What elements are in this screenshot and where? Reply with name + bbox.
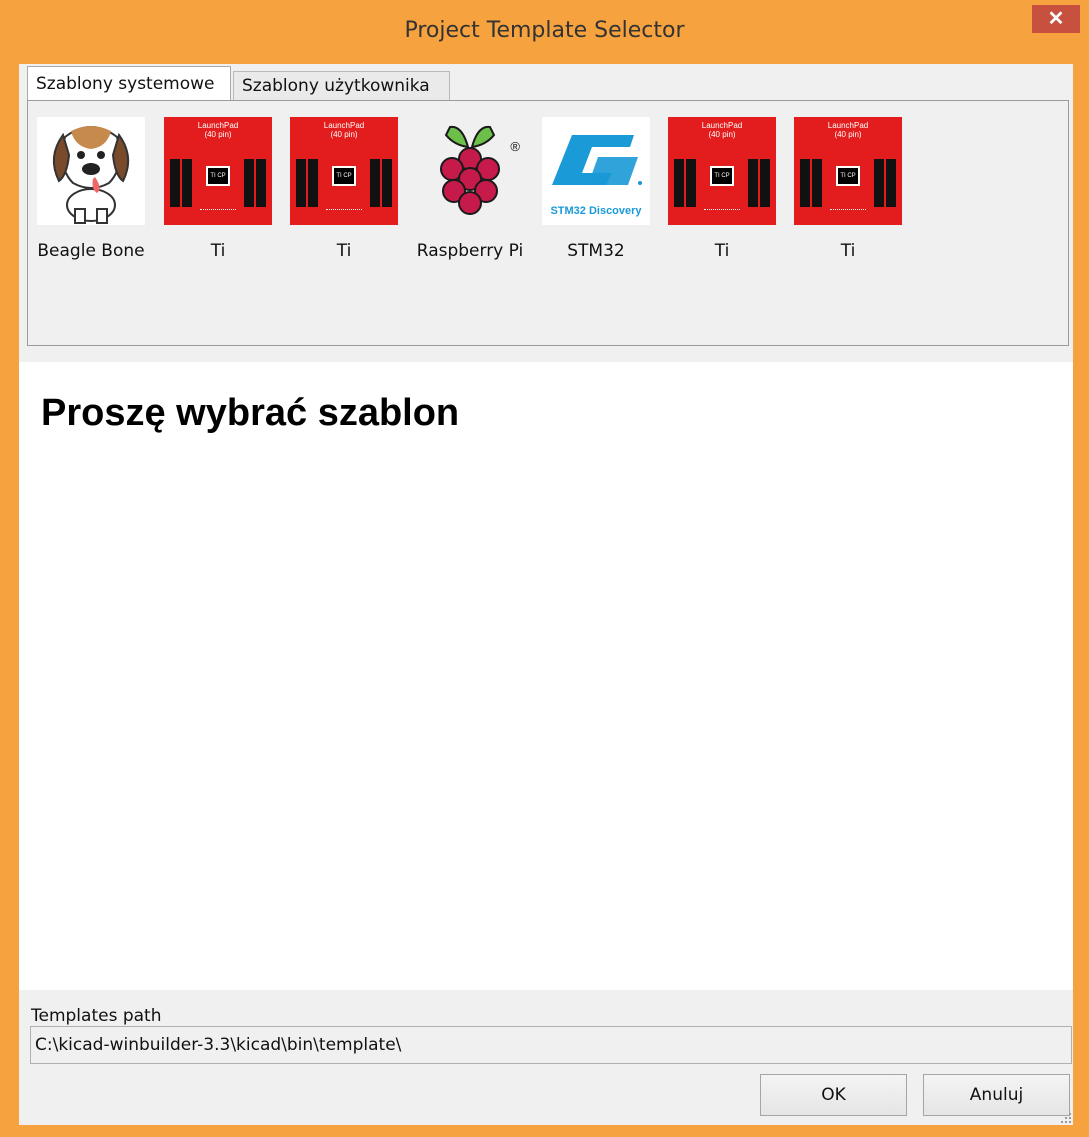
templates-path-label: Templates path: [31, 1006, 162, 1026]
template-ti-3[interactable]: LaunchPad (40 pin) TI CP Ti: [668, 117, 784, 261]
template-ti-1[interactable]: LaunchPad (40 pin) TI CP Ti: [164, 117, 280, 261]
chip-label: TI CP: [710, 166, 734, 186]
dialog-client: Szablony systemowe Szablony użytkownika: [19, 64, 1073, 1125]
ti-launchpad-icon: LaunchPad (40 pin) TI CP: [794, 117, 902, 225]
template-stm32[interactable]: STM32 Discovery STM32: [542, 117, 658, 261]
chip-label: TI CP: [332, 166, 356, 186]
resize-grip-icon[interactable]: [1059, 1111, 1073, 1125]
raspberry-pi-icon: ®: [416, 117, 524, 225]
templates-panel: Beagle Bone LaunchPad (40 pin) TI CP Ti …: [27, 100, 1069, 346]
close-icon: ✕: [1047, 8, 1065, 30]
template-label: Beagle Bone: [37, 241, 145, 261]
ti-launchpad-icon: LaunchPad (40 pin) TI CP: [164, 117, 272, 225]
template-ti-2[interactable]: LaunchPad (40 pin) TI CP Ti: [290, 117, 406, 261]
chip-label: TI CP: [206, 166, 230, 186]
stm32-logo-icon: STM32 Discovery: [542, 117, 650, 225]
thumb-caption: STM32 Discovery: [550, 205, 642, 217]
templates-path-field[interactable]: C:\kicad-winbuilder-3.3\kicad\bin\templa…: [30, 1026, 1072, 1064]
chip-label: TI CP: [836, 166, 860, 186]
window-title: Project Template Selector: [404, 18, 685, 43]
template-raspberry-pi[interactable]: ® Raspberry Pi: [416, 117, 532, 261]
thumb-caption: LaunchPad (40 pin): [323, 121, 365, 139]
beaglebone-dog-icon: [37, 117, 145, 225]
template-label: Ti: [840, 241, 856, 261]
close-button[interactable]: ✕: [1032, 5, 1080, 33]
tab-system-templates[interactable]: Szablony systemowe: [27, 66, 231, 100]
thumb-caption: LaunchPad (40 pin): [827, 121, 869, 139]
template-ti-4[interactable]: LaunchPad (40 pin) TI CP Ti: [794, 117, 910, 261]
title-bar: Project Template Selector ✕: [0, 0, 1089, 64]
cancel-button[interactable]: Anuluj: [923, 1074, 1070, 1116]
ti-launchpad-icon: LaunchPad (40 pin) TI CP: [290, 117, 398, 225]
ti-launchpad-icon: LaunchPad (40 pin) TI CP: [668, 117, 776, 225]
thumb-caption: LaunchPad (40 pin): [197, 121, 239, 139]
template-beaglebone[interactable]: Beagle Bone: [37, 117, 153, 261]
preview-heading: Proszę wybrać szablon: [41, 392, 460, 434]
template-preview[interactable]: Proszę wybrać szablon: [19, 362, 1073, 990]
registered-mark: ®: [510, 139, 520, 154]
tab-user-templates[interactable]: Szablony użytkownika: [233, 71, 450, 101]
thumb-caption: LaunchPad (40 pin): [701, 121, 743, 139]
ok-button[interactable]: OK: [760, 1074, 907, 1116]
